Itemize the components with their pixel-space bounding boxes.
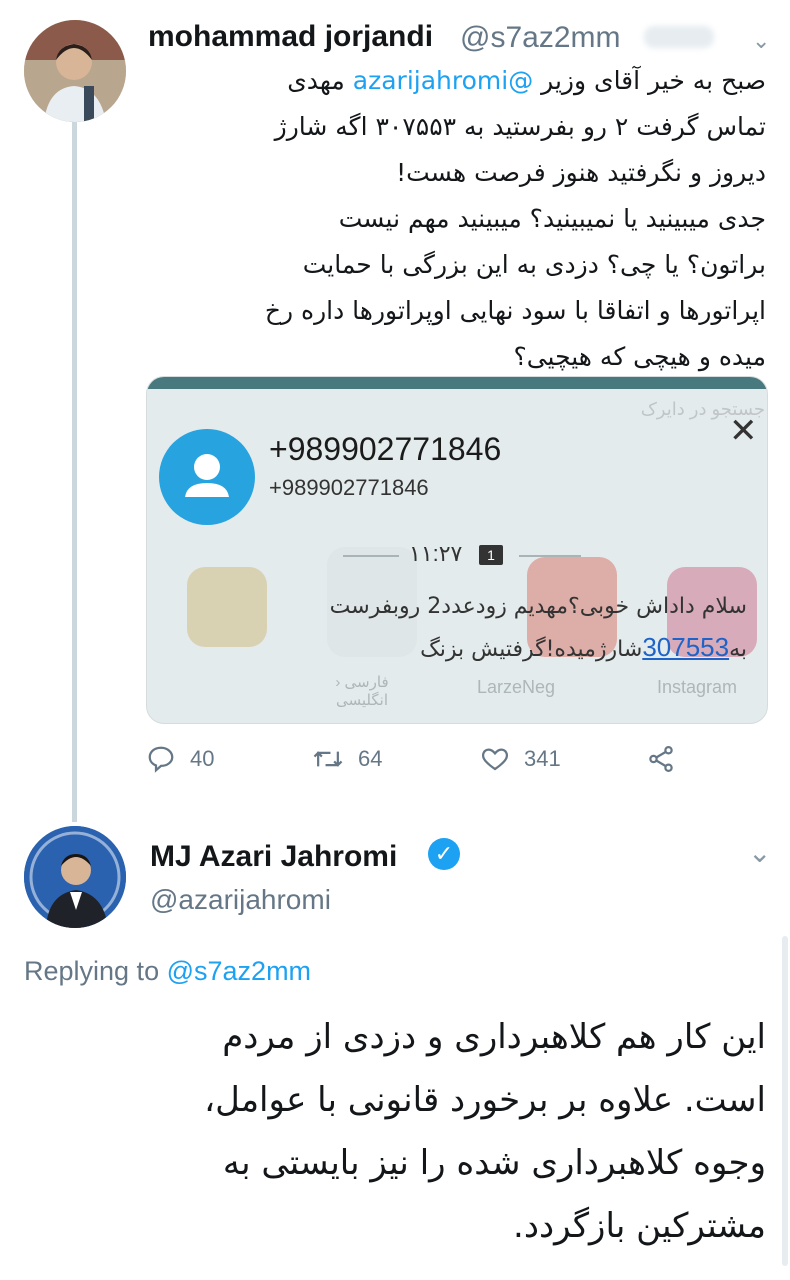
thread-connector-line <box>72 122 77 822</box>
verified-badge-icon: ✓ <box>428 838 460 870</box>
retweet-icon <box>313 751 343 767</box>
tweet-line: جدی میبینید یا نمیبینید؟ میبینید مهم نیس… <box>338 204 766 233</box>
like-count: 341 <box>524 746 561 771</box>
reply-button[interactable]: 40 <box>146 744 214 774</box>
replying-to: Replying to @s7az2mm <box>24 956 312 986</box>
avatar[interactable] <box>24 826 126 928</box>
sim-badge: 1 <box>479 545 503 565</box>
tweet-line: تماس گرفت ۲ رو بفرستید به ۳۰۷۵۵۳ اگه شار… <box>274 112 766 141</box>
tweet-line: وجوه کلاهبرداری شده را نیز بایستی به <box>222 1143 766 1183</box>
profile-photo-icon <box>24 826 126 928</box>
close-icon: ✕ <box>729 412 758 450</box>
scrollbar[interactable] <box>782 936 788 1266</box>
mention-link[interactable]: @s7az2mm <box>167 956 311 986</box>
sms-number-link: 307553 <box>642 632 730 662</box>
author-name[interactable]: MJ Azari Jahromi <box>150 840 397 874</box>
tweet-line: است. علاوه بر برخورد قانونی با عوامل، <box>204 1080 766 1120</box>
timestamp-blurred <box>644 26 714 48</box>
sender-number-secondary: +989902771846 <box>269 475 429 500</box>
app-label: فارسی ‹ انگلیسی <box>335 674 389 709</box>
tweet-actions: 40 64 341 <box>146 744 766 784</box>
sms-line: به307553شارژمیده!گرفتیش بزنگ <box>420 632 747 662</box>
heart-icon <box>482 748 508 771</box>
contact-avatar-icon <box>159 429 255 525</box>
author-handle[interactable]: @s7az2mm <box>460 21 621 55</box>
tweet-text: این کار هم کلاهبرداری و دزدی از مردم است… <box>60 1006 766 1258</box>
tweet-line: مشترکین بازگردد. <box>513 1206 766 1246</box>
tweet-line: براتون؟ یا چی؟ دزدی به این بزرگی با حمای… <box>302 250 766 279</box>
retweet-button[interactable]: 64 <box>312 744 382 774</box>
instagram-label: Instagram <box>657 677 738 697</box>
reply-count: 40 <box>190 746 215 771</box>
retweet-count: 64 <box>358 746 383 771</box>
chevron-down-icon[interactable]: ⌄ <box>752 28 770 54</box>
like-button[interactable]: 341 <box>480 744 561 774</box>
avatar[interactable] <box>24 20 126 122</box>
tweet-line: این کار هم کلاهبرداری و دزدی از مردم <box>222 1017 766 1057</box>
sender-number: +989902771846 <box>269 431 502 467</box>
profile-photo-icon <box>24 20 126 122</box>
author-handle[interactable]: @azarijahromi <box>150 884 331 916</box>
share-icon <box>649 746 673 772</box>
divider <box>343 555 399 557</box>
status-bar <box>147 377 767 389</box>
reply-icon <box>148 746 174 773</box>
divider <box>519 555 581 557</box>
tweet-line: دیروز و نگرفتید هنوز فرصت هست! <box>396 158 766 187</box>
app-label: LarzeNeg <box>477 677 556 697</box>
tweet-line: اپراتورها و اتفاقا با سود نهایی اوپراتور… <box>264 296 766 325</box>
tweet-line: میده و هیچی که هیچیی؟ <box>513 342 766 371</box>
attached-screenshot[interactable]: Instagram LarzeNeg فارسی ‹ انگلیسی جستجو… <box>146 376 768 724</box>
message-time: ۱۱:۲۷ <box>409 541 463 566</box>
tweet-text: صبح به خیر آقای وزیر @azarijahromi مهدی … <box>140 58 766 380</box>
share-button[interactable] <box>646 744 676 774</box>
tweet-line: صبح به خیر آقای وزیر @azarijahromi مهدی <box>287 66 766 95</box>
chevron-down-icon[interactable]: ⌄ <box>748 836 771 869</box>
sms-line: سلام داداش خوبی؟مهدیم زودعدد2 روبفرست <box>329 594 747 619</box>
mention-link[interactable]: @azarijahromi <box>353 66 533 95</box>
sms-message: سلام داداش خوبی؟مهدیم زودعدد2 روبفرست به… <box>157 587 747 670</box>
author-name[interactable]: mohammad jorjandi <box>148 20 433 54</box>
